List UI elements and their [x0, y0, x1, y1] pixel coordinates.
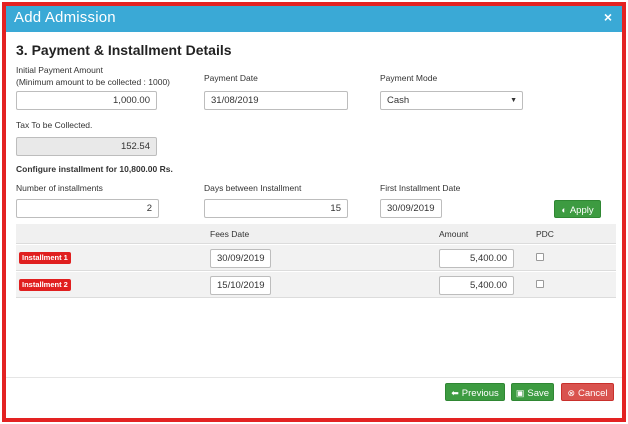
pdc-checkbox[interactable] — [536, 253, 544, 261]
installment-badge: Installment 2 — [19, 279, 71, 291]
days-between-input[interactable]: 15 — [204, 199, 348, 218]
table-row: Installment 2 15/10/2019 5,400.00 — [16, 272, 616, 298]
table-row: Installment 1 30/09/2019 5,400.00 — [16, 245, 616, 271]
save-button[interactable]: ▣ Save — [511, 383, 554, 401]
installment-count-input[interactable]: 2 — [16, 199, 159, 218]
fees-date-header: Fees Date — [210, 229, 250, 239]
section-title: 3. Payment & Installment Details — [16, 42, 232, 58]
dialog-title: Add Admission — [14, 9, 116, 26]
installment-config-heading: Configure installment for 10,800.00 Rs. — [16, 164, 173, 174]
installment-badge: Installment 1 — [19, 252, 71, 264]
tax-label: Tax To be Collected. — [16, 120, 93, 130]
save-label: Save — [527, 388, 550, 399]
initial-amount-label: Initial Payment Amount — [16, 65, 103, 75]
payment-mode-value: Cash — [387, 95, 410, 106]
days-between-label: Days between Installment — [204, 183, 302, 193]
apply-label: Apply — [569, 205, 594, 216]
close-icon[interactable]: × — [604, 9, 612, 25]
payment-mode-select[interactable]: Cash ▼ — [380, 91, 523, 110]
previous-button[interactable]: ⬅ Previous — [445, 383, 505, 401]
add-admission-dialog: Add Admission × 3. Payment & Installment… — [2, 2, 626, 422]
first-installment-date-input[interactable]: 30/09/2019 — [380, 199, 442, 218]
half-circle-icon: ◐ — [561, 205, 567, 215]
caret-down-icon: ▼ — [510, 97, 517, 104]
cancel-button[interactable]: ⊗ Cancel — [561, 383, 614, 401]
initial-amount-input[interactable]: 1,000.00 — [16, 91, 157, 110]
previous-label: Previous — [461, 388, 499, 399]
cancel-label: Cancel — [577, 388, 608, 399]
apply-button[interactable]: ◐ Apply — [554, 200, 601, 218]
first-installment-date-label: First Installment Date — [380, 183, 461, 193]
amount-input[interactable]: 5,400.00 — [439, 249, 514, 268]
pdc-checkbox[interactable] — [536, 280, 544, 288]
fees-date-input[interactable]: 15/10/2019 — [210, 276, 271, 295]
installment-table-header: Fees Date Amount PDC — [16, 224, 616, 244]
amount-input[interactable]: 5,400.00 — [439, 276, 514, 295]
initial-amount-note: (Minimum amount to be collected : 1000) — [16, 77, 171, 87]
payment-mode-label: Payment Mode — [380, 73, 438, 83]
installment-count-label: Number of installments — [16, 183, 103, 193]
pdc-header: PDC — [536, 229, 554, 239]
dialog-title-bar: Add Admission × — [6, 6, 622, 32]
payment-date-label: Payment Date — [204, 73, 258, 83]
arrow-left-icon: ⬅ — [451, 388, 459, 398]
floppy-disk-icon: ▣ — [515, 388, 525, 398]
amount-header: Amount — [439, 229, 469, 239]
times-circle-icon: ⊗ — [567, 388, 575, 398]
tax-field: 152.54 — [16, 137, 157, 156]
payment-date-input[interactable]: 31/08/2019 — [204, 91, 348, 110]
footer-divider — [6, 377, 622, 378]
fees-date-input[interactable]: 30/09/2019 — [210, 249, 271, 268]
